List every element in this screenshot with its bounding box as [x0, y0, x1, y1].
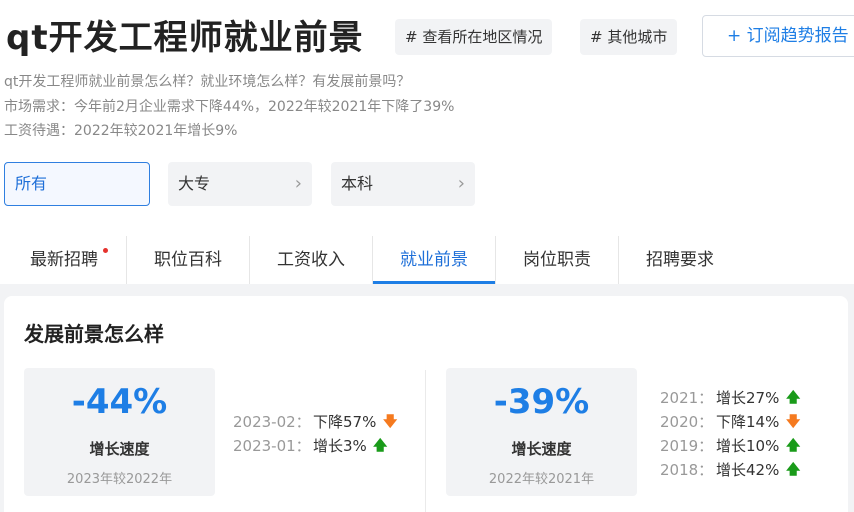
- tab-employment-outlook-label: 就业前景: [400, 250, 468, 270]
- page-title: qt开发工程师就业前景: [6, 18, 364, 58]
- tab-job-wiki-label: 职位百科: [154, 250, 222, 270]
- tab-bar: 最新招聘 职位百科 工资收入 就业前景 岗位职责 招聘要求: [0, 236, 854, 284]
- year-key: 2019：: [660, 437, 714, 455]
- tab-salary-label: 工资收入: [277, 250, 345, 270]
- tab-latest-jobs-label: 最新招聘: [30, 250, 98, 270]
- tab-responsibilities[interactable]: 岗位职责: [496, 236, 618, 284]
- arrow-up-icon: 🡅: [786, 390, 801, 406]
- chevron-right-icon: ›: [294, 173, 302, 194]
- year-value: 增长10%: [716, 437, 780, 455]
- monthly-growth-box: -44% 增长速度 2023年较2022年: [24, 368, 215, 496]
- tab-requirements[interactable]: 招聘要求: [619, 236, 741, 284]
- column-divider: [425, 370, 426, 512]
- yearly-row: 2021： 增长27% 🡅: [660, 387, 810, 407]
- year-value: 增长27%: [716, 389, 780, 407]
- filter-all-label: 所有: [15, 174, 48, 193]
- arrow-up-icon: 🡅: [786, 438, 801, 454]
- subscribe-trend-report-button[interactable]: + 订阅趋势报告: [702, 15, 854, 57]
- monthly-row: 2023-02： 下降57% 🡇: [233, 411, 403, 431]
- year-value: 增长42%: [716, 461, 780, 479]
- year-key: 2020：: [660, 413, 714, 431]
- yearly-growth-label: 增长速度: [511, 440, 572, 458]
- filter-bachelor-button[interactable]: 本科 ›: [331, 162, 475, 206]
- month-value: 下降57%: [313, 413, 377, 431]
- market-demand-text: 市场需求：今年前2月企业需求下降44%，2022年较2021年下降了39%: [4, 99, 455, 115]
- yearly-growth-note: 2022年较2021年: [488, 472, 595, 487]
- monthly-growth-label: 增长速度: [89, 440, 150, 458]
- tab-responsibilities-label: 岗位职责: [523, 250, 591, 270]
- new-badge-dot: [103, 248, 108, 253]
- yearly-growth-box: -39% 增长速度 2022年较2021年: [446, 368, 637, 496]
- filter-bachelor-label: 本科: [341, 174, 374, 193]
- yearly-row: 2018： 增长42% 🡅: [660, 459, 810, 479]
- yearly-row: 2020： 下降14% 🡇: [660, 411, 810, 431]
- intro-text: qt开发工程师就业前景怎么样？就业环境怎么样？有发展前景吗？: [4, 74, 411, 90]
- other-cities-button[interactable]: # 其他城市: [580, 19, 678, 55]
- filter-all-button[interactable]: 所有: [4, 162, 150, 206]
- yearly-row: 2019： 增长10% 🡅: [660, 435, 810, 455]
- tab-salary[interactable]: 工资收入: [250, 236, 372, 284]
- chevron-right-icon: ›: [457, 173, 465, 194]
- arrow-down-icon: 🡇: [383, 414, 398, 430]
- year-key: 2021：: [660, 389, 714, 407]
- section-title: 发展前景怎么样: [24, 322, 164, 346]
- tab-job-wiki[interactable]: 职位百科: [127, 236, 249, 284]
- filter-junior-college-label: 大专: [178, 174, 211, 193]
- tab-employment-outlook[interactable]: 就业前景: [373, 236, 495, 284]
- filter-junior-college-button[interactable]: 大专 ›: [168, 162, 312, 206]
- year-value: 下降14%: [716, 413, 780, 431]
- tab-requirements-label: 招聘要求: [646, 250, 714, 270]
- monthly-growth-value: -44%: [71, 382, 168, 422]
- month-value: 增长3%: [313, 437, 367, 455]
- yearly-growth-value: -39%: [493, 382, 590, 422]
- arrow-down-icon: 🡇: [786, 414, 801, 430]
- year-key: 2018：: [660, 461, 714, 479]
- salary-text: 工资待遇：2022年较2021年增长9%: [4, 123, 238, 139]
- view-local-region-button[interactable]: # 查看所在地区情况: [395, 19, 553, 55]
- month-key: 2023-02：: [233, 413, 311, 431]
- monthly-growth-note: 2023年较2022年: [66, 472, 173, 487]
- monthly-row: 2023-01： 增长3% 🡅: [233, 435, 403, 455]
- month-key: 2023-01：: [233, 437, 311, 455]
- arrow-up-icon: 🡅: [373, 438, 388, 454]
- arrow-up-icon: 🡅: [786, 462, 801, 478]
- tab-latest-jobs[interactable]: 最新招聘: [12, 236, 116, 284]
